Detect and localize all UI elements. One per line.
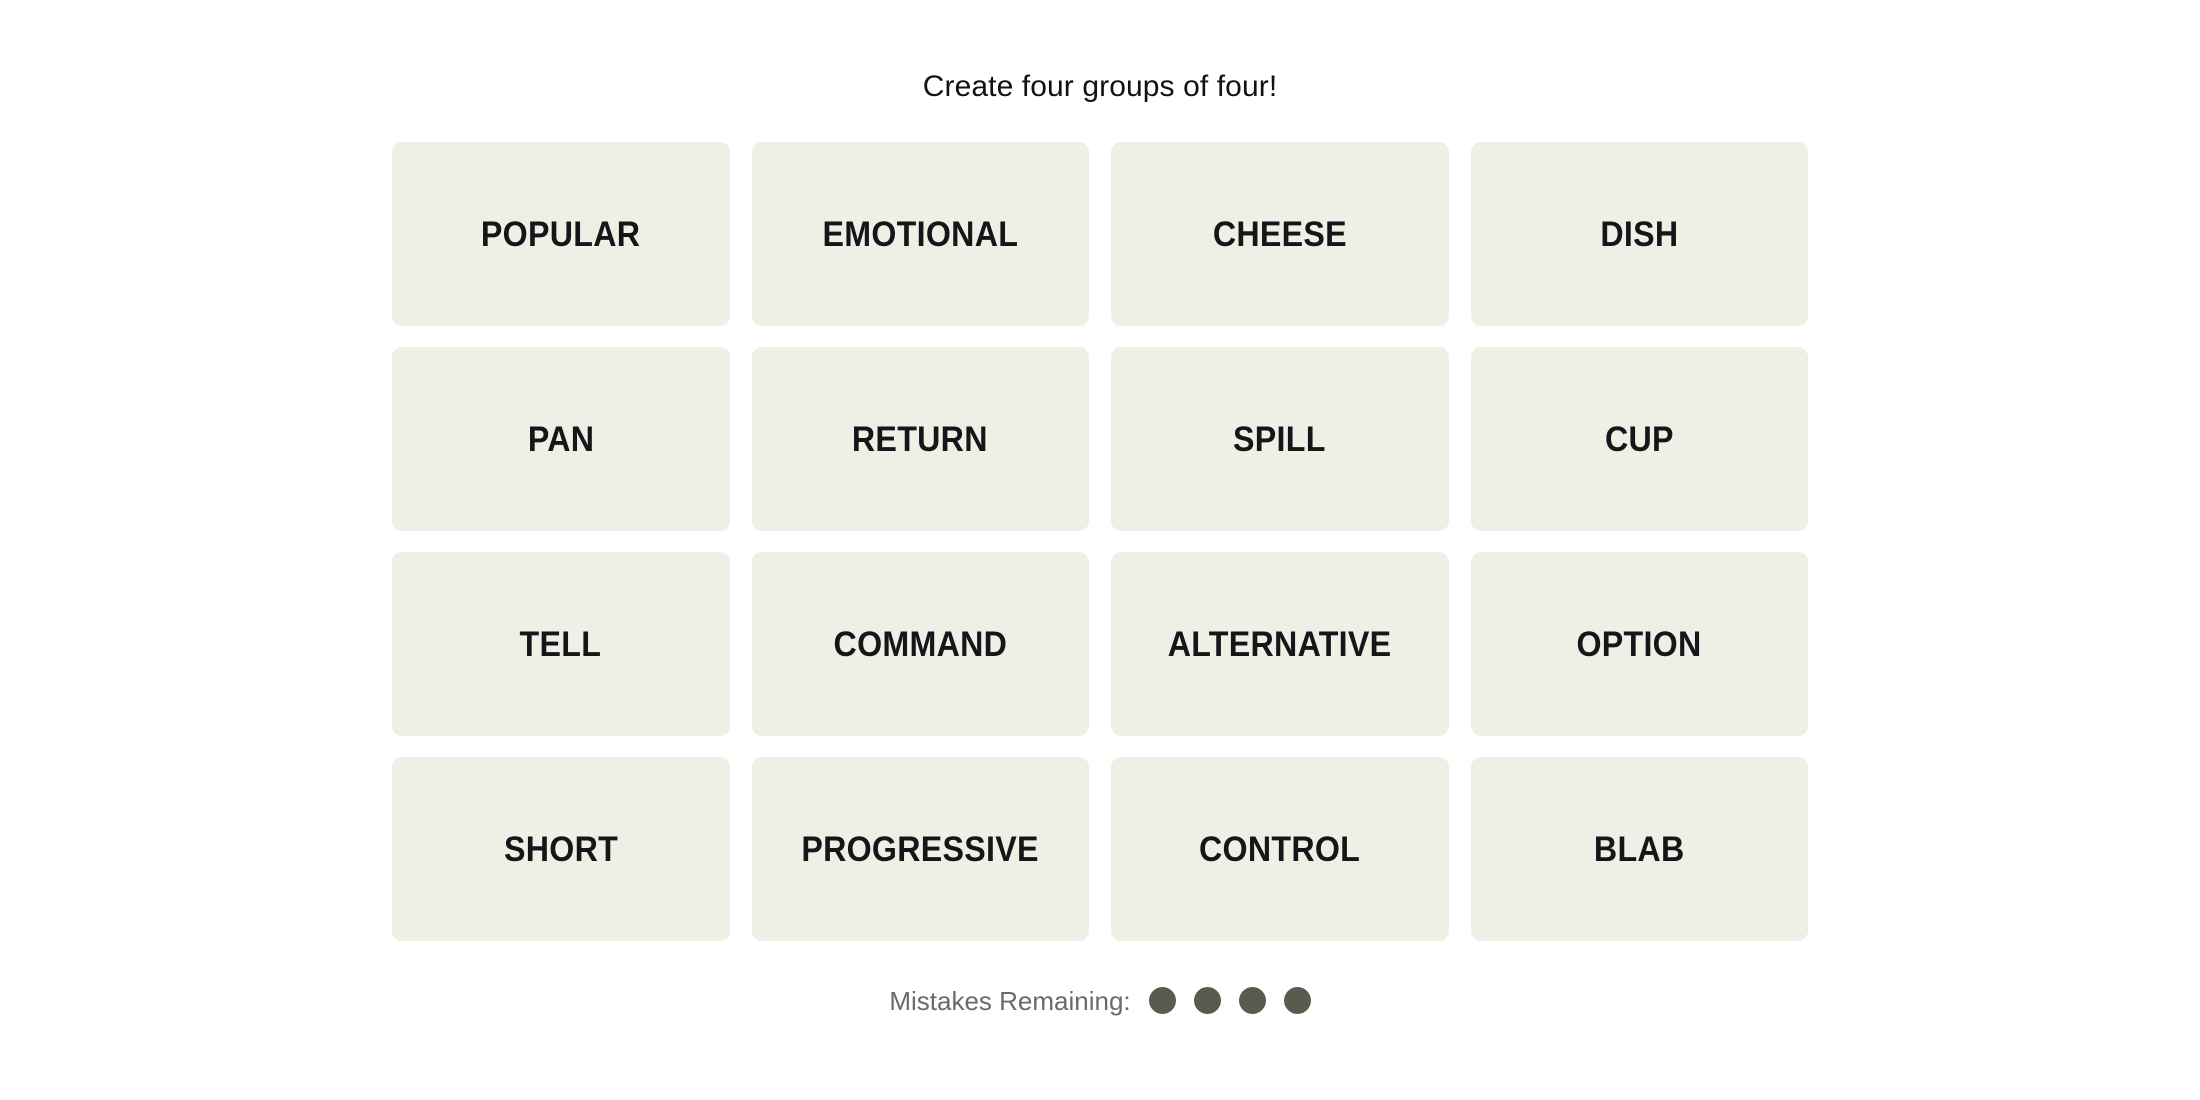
word-tile-label: SHORT bbox=[503, 829, 618, 869]
word-tile-label: CHEESE bbox=[1212, 214, 1347, 254]
mistake-dot-icon bbox=[1148, 987, 1176, 1014]
word-tile-label: TELL bbox=[519, 624, 602, 664]
word-tile-command[interactable]: COMMAND bbox=[751, 552, 1089, 736]
word-tile-popular[interactable]: POPULAR bbox=[392, 142, 730, 326]
mistakes-remaining-label: Mistakes Remaining: bbox=[889, 985, 1131, 1016]
word-tile-label: OPTION bbox=[1576, 624, 1702, 664]
word-tile-progressive[interactable]: PROGRESSIVE bbox=[751, 757, 1089, 941]
word-tile-label: CONTROL bbox=[1199, 829, 1361, 869]
word-tile-cheese[interactable]: CHEESE bbox=[1111, 142, 1449, 326]
word-tile-return[interactable]: RETURN bbox=[751, 347, 1089, 531]
word-tile-label: PAN bbox=[527, 419, 594, 459]
mistakes-remaining-bar: Mistakes Remaining: bbox=[889, 985, 1311, 1016]
word-tile-dish[interactable]: DISH bbox=[1470, 142, 1808, 326]
word-tile-label: DISH bbox=[1600, 214, 1679, 254]
word-tile-blab[interactable]: BLAB bbox=[1470, 757, 1808, 941]
mistake-dot-icon bbox=[1238, 987, 1266, 1014]
word-tile-short[interactable]: SHORT bbox=[392, 757, 730, 941]
word-tile-label: RETURN bbox=[852, 419, 989, 459]
mistake-dots bbox=[1148, 987, 1311, 1014]
word-tile-cup[interactable]: CUP bbox=[1470, 347, 1808, 531]
word-tile-label: SPILL bbox=[1233, 419, 1327, 459]
word-tile-label: COMMAND bbox=[833, 624, 1008, 664]
word-tile-label: BLAB bbox=[1593, 829, 1685, 869]
word-tile-label: PROGRESSIVE bbox=[801, 829, 1039, 869]
word-tile-label: CUP bbox=[1604, 419, 1674, 459]
word-tile-option[interactable]: OPTION bbox=[1470, 552, 1808, 736]
word-tile-alternative[interactable]: ALTERNATIVE bbox=[1111, 552, 1449, 736]
word-tile-tell[interactable]: TELL bbox=[392, 552, 730, 736]
word-tile-label: EMOTIONAL bbox=[822, 214, 1019, 254]
connections-game-page: Create four groups of four! POPULAR EMOT… bbox=[0, 0, 2200, 1100]
word-grid: POPULAR EMOTIONAL CHEESE DISH PAN RETURN… bbox=[392, 142, 1808, 941]
word-tile-control[interactable]: CONTROL bbox=[1111, 757, 1449, 941]
word-tile-label: ALTERNATIVE bbox=[1167, 624, 1392, 664]
word-tile-emotional[interactable]: EMOTIONAL bbox=[751, 142, 1089, 326]
mistake-dot-icon bbox=[1193, 987, 1221, 1014]
word-tile-pan[interactable]: PAN bbox=[392, 347, 730, 531]
word-tile-spill[interactable]: SPILL bbox=[1111, 347, 1449, 531]
word-tile-label: POPULAR bbox=[481, 214, 641, 254]
page-title: Create four groups of four! bbox=[922, 70, 1278, 103]
mistake-dot-icon bbox=[1283, 987, 1311, 1014]
